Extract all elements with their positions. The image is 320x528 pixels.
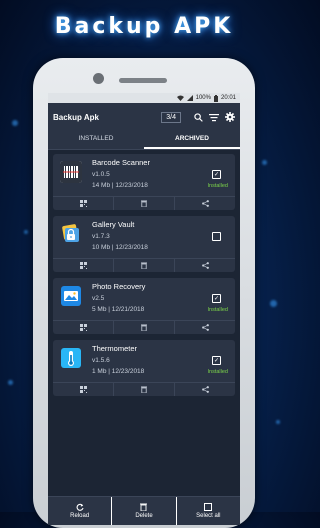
installed-status: Installed — [207, 183, 229, 189]
select-checkbox[interactable]: ✓ — [212, 356, 221, 365]
list-item[interactable]: Barcode Scanner v1.0.5 14 Mb | 12/23/201… — [53, 154, 235, 210]
app-size-date: 1 Mb | 12/23/2018 — [92, 368, 145, 375]
select-checkbox[interactable]: ✓ — [212, 294, 221, 303]
trash-icon[interactable] — [113, 383, 174, 396]
app-name: Barcode Scanner — [92, 158, 150, 167]
qr-code-icon[interactable] — [53, 197, 113, 210]
select-all-button[interactable]: Select all — [175, 497, 240, 525]
app-version: v1.0.5 — [92, 171, 110, 178]
tab-archived[interactable]: ARCHIVED — [144, 131, 240, 149]
qr-code-icon[interactable] — [53, 259, 113, 272]
status-bar: 100% 20:01 — [48, 93, 240, 103]
list-item[interactable]: Gallery Vault v1.7.3 10 Mb | 12/23/2018 — [53, 216, 235, 272]
item-actions — [53, 320, 235, 334]
share-icon[interactable] — [174, 259, 235, 272]
tab-installed[interactable]: INSTALLED — [48, 131, 144, 149]
installed-status: Installed — [207, 307, 229, 313]
search-icon[interactable] — [193, 112, 203, 122]
sparkle — [24, 230, 28, 234]
tab-bar: INSTALLED ARCHIVED — [48, 131, 240, 150]
app-name: Photo Recovery — [92, 282, 146, 291]
gear-icon[interactable] — [225, 112, 235, 122]
bottom-action-bar: Reload Delete Select all — [48, 496, 240, 525]
thermometer-icon — [60, 347, 82, 369]
barcode-icon — [60, 161, 82, 183]
trash-icon[interactable] — [113, 321, 174, 334]
share-icon[interactable] — [174, 321, 235, 334]
app-version: v2.5 — [92, 295, 105, 302]
reload-button[interactable]: Reload — [48, 497, 111, 525]
trash-icon — [140, 503, 148, 511]
trash-icon[interactable] — [113, 197, 174, 210]
photo-icon — [60, 285, 82, 307]
app-name: Thermometer — [92, 344, 138, 353]
installed-status: Installed — [207, 369, 229, 375]
reload-icon — [76, 503, 84, 511]
sparkle — [276, 420, 280, 424]
item-actions — [53, 258, 235, 272]
lock-gallery-icon — [60, 223, 82, 245]
qr-code-icon[interactable] — [53, 383, 113, 396]
delete-button[interactable]: Delete — [111, 497, 175, 525]
signal-icon — [186, 95, 193, 101]
sort-icon[interactable] — [209, 112, 219, 122]
clock: 20:01 — [220, 95, 236, 101]
share-icon[interactable] — [174, 197, 235, 210]
speaker — [119, 78, 167, 83]
delete-label: Delete — [135, 513, 153, 519]
select-checkbox[interactable] — [212, 232, 221, 241]
checkbox-icon — [204, 503, 213, 511]
trash-icon[interactable] — [113, 259, 174, 272]
select-all-label: Select all — [196, 513, 221, 519]
app-bar: Backup Apk 3/4 — [48, 103, 240, 131]
app-size-date: 5 Mb | 12/21/2018 — [92, 306, 145, 313]
app-list: Barcode Scanner v1.0.5 14 Mb | 12/23/201… — [48, 150, 240, 396]
promo-title: Backup APK — [54, 14, 234, 39]
app-version: v1.7.3 — [92, 233, 110, 240]
sparkle — [270, 300, 277, 307]
battery-icon — [213, 94, 218, 102]
app-size-date: 10 Mb | 12/23/2018 — [92, 244, 148, 251]
battery-level: 100% — [195, 95, 211, 101]
select-checkbox[interactable]: ✓ — [212, 170, 221, 179]
qr-code-icon[interactable] — [53, 321, 113, 334]
sparkle — [12, 120, 18, 126]
wifi-icon — [176, 95, 184, 101]
app-size-date: 14 Mb | 12/23/2018 — [92, 182, 148, 189]
item-actions — [53, 382, 235, 396]
reload-label: Reload — [70, 513, 90, 519]
item-actions — [53, 196, 235, 210]
share-icon[interactable] — [174, 383, 235, 396]
app-screen: 100% 20:01 Backup Apk 3/4 INSTALLED ARCH… — [48, 93, 240, 525]
list-item[interactable]: Photo Recovery v2.5 5 Mb | 12/21/2018 ✓ … — [53, 278, 235, 334]
app-version: v1.5.6 — [92, 357, 110, 364]
camera — [93, 73, 104, 84]
list-item[interactable]: Thermometer v1.5.6 1 Mb | 12/23/2018 ✓ I… — [53, 340, 235, 396]
app-title: Backup Apk — [53, 112, 99, 122]
phone-frame: 100% 20:01 Backup Apk 3/4 INSTALLED ARCH… — [33, 58, 255, 528]
sparkle — [262, 160, 267, 165]
sparkle — [8, 380, 13, 385]
app-name: Gallery Vault — [92, 220, 135, 229]
selection-counter: 3/4 — [161, 111, 181, 123]
